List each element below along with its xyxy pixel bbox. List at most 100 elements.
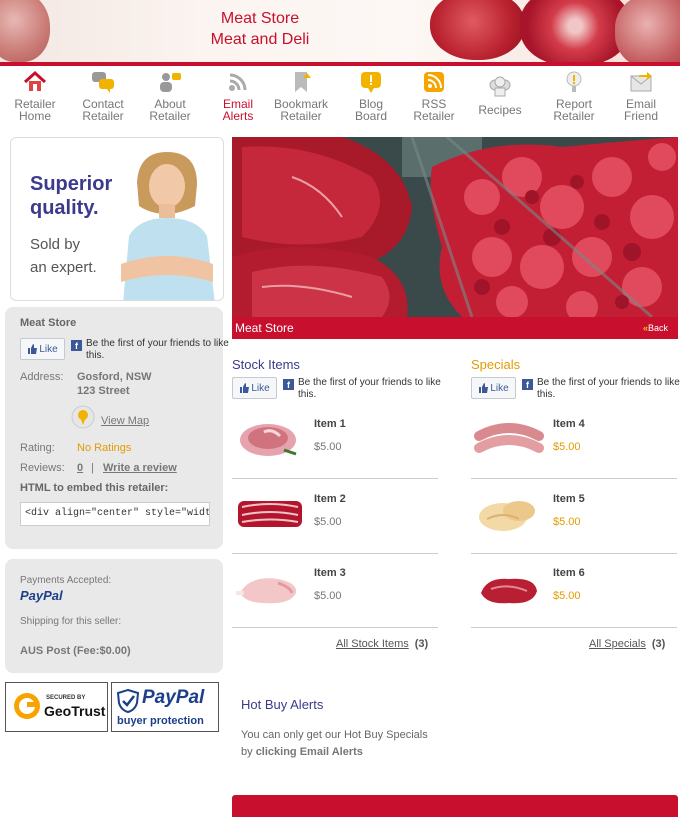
product-card[interactable]: Item 3 $5.00 xyxy=(232,555,438,628)
rss-icon xyxy=(229,73,247,91)
shipping-label: Shipping for this seller: xyxy=(20,616,122,627)
banner-meat-image xyxy=(430,0,525,60)
product-card[interactable]: Item 5 $5.00 xyxy=(471,481,677,554)
nav-label: Friend xyxy=(623,109,658,123)
promo-subline-line: Sold by xyxy=(30,236,81,253)
nav-blog-board[interactable]: Blog Board xyxy=(338,70,404,122)
payments-panel: Payments Accepted: PayPal Shipping for t… xyxy=(5,559,223,673)
nav-email-friend[interactable]: Email Friend xyxy=(608,70,674,122)
like-label: Like xyxy=(39,343,58,355)
chat-bubbles-icon xyxy=(92,72,114,93)
facebook-like-widget: Like f Be the first of your friends to l… xyxy=(20,338,232,362)
facebook-like-button[interactable]: Like xyxy=(232,377,277,399)
product-card[interactable]: Item 4 $5.00 xyxy=(471,406,677,479)
write-review-link[interactable]: Write a review xyxy=(103,462,177,474)
map-pin-icon[interactable] xyxy=(71,405,95,429)
promo-banner[interactable]: Superior quality. Sold by an expert. xyxy=(10,137,224,301)
product-image xyxy=(481,578,537,604)
embed-code-field[interactable]: <div align="center" style="width:208px xyxy=(20,502,210,526)
all-specials-label[interactable]: All Specials xyxy=(589,638,646,650)
nav-report-retailer[interactable]: Report Retailer xyxy=(541,70,607,122)
nav-label: Retailer xyxy=(413,109,455,123)
reviews-count-link[interactable]: 0 xyxy=(77,462,83,474)
paypal-badge-subtitle: buyer protection xyxy=(117,715,204,727)
product-image xyxy=(236,578,297,604)
promo-person-image xyxy=(121,152,215,300)
nav-email-alerts[interactable]: Email Alerts xyxy=(205,70,271,122)
product-image xyxy=(238,501,302,527)
product-image xyxy=(479,501,535,531)
email-forward-icon xyxy=(630,72,652,92)
nav-label: Recipes xyxy=(478,103,522,117)
product-card[interactable]: Item 6 $5.00 xyxy=(471,555,677,628)
reviews-separator: | xyxy=(91,462,94,474)
product-card[interactable]: Item 1 $5.00 xyxy=(232,406,438,479)
product-card[interactable]: Item 2 $5.00 xyxy=(232,481,438,554)
stock-items-heading: Stock Items xyxy=(232,357,300,372)
hot-buy-line: by clicking Email Alerts xyxy=(241,744,471,761)
nav-contact-retailer[interactable]: Contact Retailer xyxy=(70,70,136,122)
facebook-like-button[interactable]: Like xyxy=(471,377,516,399)
stock-items-count: (3) xyxy=(414,638,429,650)
thumbs-up-icon xyxy=(240,383,250,393)
promo-subline-line: an expert. xyxy=(30,259,97,276)
product-name[interactable]: Item 2 xyxy=(314,493,346,505)
product-image xyxy=(240,424,297,456)
hot-buy-heading: Hot Buy Alerts xyxy=(241,697,324,712)
product-name[interactable]: Item 1 xyxy=(314,418,346,430)
product-name[interactable]: Item 5 xyxy=(553,493,585,505)
people-icon xyxy=(160,73,181,92)
nav-retailer-home[interactable]: Retailer Home xyxy=(2,70,68,122)
nav-label: Retailer xyxy=(149,109,191,123)
product-name[interactable]: Item 6 xyxy=(553,567,585,579)
alert-icon xyxy=(566,71,582,92)
store-title: Meat Store Meat and Deli xyxy=(160,8,360,50)
specials-heading: Specials xyxy=(471,357,521,372)
view-map-link[interactable]: View Map xyxy=(101,415,149,427)
rating-value: No Ratings xyxy=(77,442,132,454)
back-link[interactable]: «Back xyxy=(643,323,668,333)
product-name[interactable]: Item 3 xyxy=(314,567,346,579)
nav-label: Retailer xyxy=(553,109,595,123)
house-icon xyxy=(23,70,47,91)
all-specials-link[interactable]: All Specials (3) xyxy=(589,638,665,650)
nav-about-retailer[interactable]: About Retailer xyxy=(137,70,203,122)
paypal-buyer-protection-badge[interactable]: PayPal buyer protection xyxy=(111,682,219,732)
bookmark-icon xyxy=(295,72,311,92)
product-image xyxy=(474,423,544,453)
geotrust-name: GeoTrust xyxy=(44,703,106,719)
facebook-like-button[interactable]: Like xyxy=(20,338,65,360)
chef-hat-icon xyxy=(489,76,511,97)
banner-meat-image xyxy=(520,0,630,62)
all-stock-items-link[interactable]: All Stock Items (3) xyxy=(336,638,428,650)
hot-buy-email-alerts: clicking Email Alerts xyxy=(255,746,363,758)
rating-label: Rating: xyxy=(20,442,55,454)
all-stock-items-label[interactable]: All Stock Items xyxy=(336,638,409,650)
geotrust-badge[interactable]: SECURED BY GeoTrust xyxy=(5,682,108,732)
banner-meat-image xyxy=(615,0,680,62)
store-hero: Meat Store «Back xyxy=(232,137,678,339)
hot-buy-line: You can only get our Hot Buy Specials xyxy=(241,729,428,741)
shield-check-icon xyxy=(117,689,139,713)
nav-rss-retailer[interactable]: RSS Retailer xyxy=(401,70,467,122)
nav-bookmark-retailer[interactable]: Bookmark Retailer xyxy=(268,70,334,122)
address-line: Gosford, NSW xyxy=(77,371,152,383)
like-text: Be the first of your friends to like thi… xyxy=(86,338,229,361)
nav-label: Retailer xyxy=(82,109,124,123)
retailer-nav: Retailer Home Contact Retailer About Ret… xyxy=(0,66,680,132)
footer-bar xyxy=(232,795,678,817)
product-name[interactable]: Item 4 xyxy=(553,418,585,430)
nav-recipes[interactable]: Recipes xyxy=(467,76,533,116)
back-label: Back xyxy=(647,323,668,333)
product-price: $5.00 xyxy=(314,516,342,528)
product-price: $5.00 xyxy=(553,516,581,528)
nav-label: Board xyxy=(354,109,388,123)
nav-label: Home xyxy=(18,109,51,123)
like-text: Be the first of your friends to like thi… xyxy=(537,377,680,400)
geotrust-seal-icon xyxy=(14,693,40,719)
facebook-like-widget: Like f Be the first of your friends to l… xyxy=(232,377,443,401)
payments-label: Payments Accepted: xyxy=(20,575,112,586)
facebook-like-widget: Like f Be the first of your friends to l… xyxy=(471,377,680,401)
product-price: $5.00 xyxy=(314,590,342,602)
thumbs-up-icon xyxy=(28,344,38,354)
